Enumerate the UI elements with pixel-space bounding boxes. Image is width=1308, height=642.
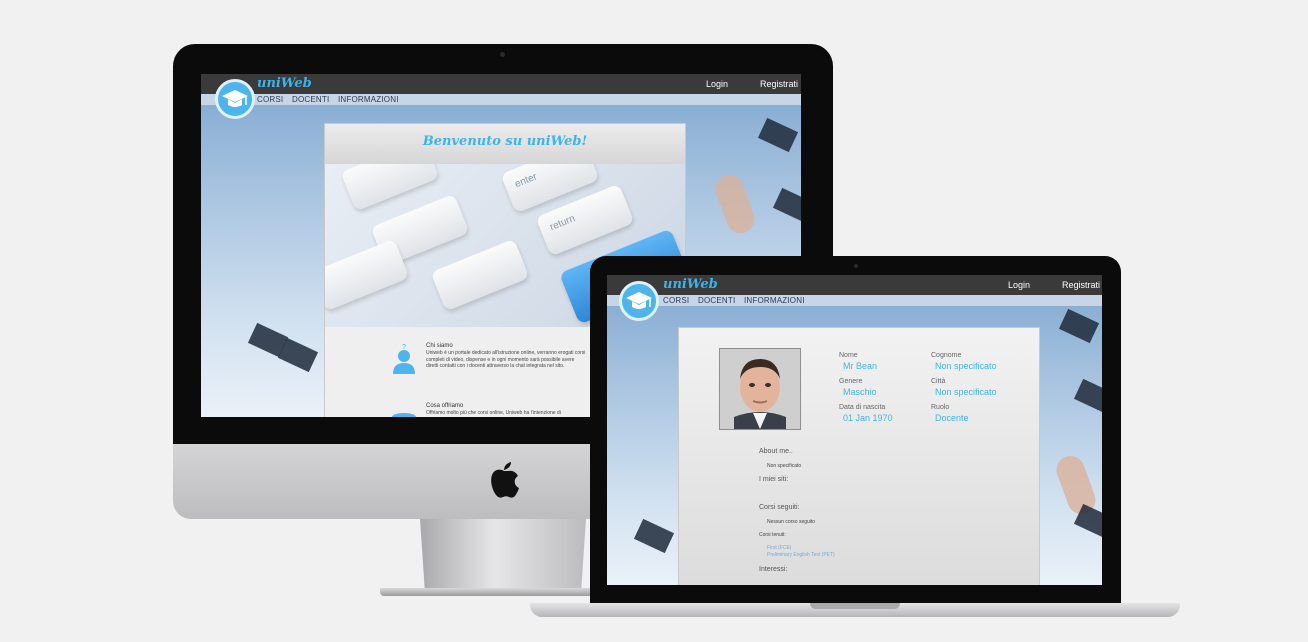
field-label-data-nascita: Data di nascita	[839, 404, 886, 411]
logo-icon[interactable]	[619, 281, 659, 321]
welcome-header: Benvenuto su uniWeb!	[325, 124, 685, 164]
field-value-data-nascita: 01 Jan 1970	[843, 413, 893, 423]
field-value-citta: Non specificato	[935, 387, 997, 397]
imac-stand-base	[380, 588, 620, 596]
avatar	[720, 349, 800, 429]
login-link[interactable]: Login	[706, 79, 728, 89]
held-course-link[interactable]: Preliminary English Test (PET)	[767, 552, 835, 558]
field-label-genere: Genere	[839, 378, 863, 385]
field-value-genere: Maschio	[843, 387, 877, 397]
brand-name[interactable]: uniWeb	[257, 76, 312, 91]
macbook-camera	[854, 264, 858, 268]
logo-icon[interactable]	[215, 79, 255, 119]
field-label-ruolo: Ruolo	[931, 404, 950, 411]
section-title-cosa-offriamo: Cosa offriamo	[426, 403, 464, 409]
brand-name[interactable]: uniWeb	[663, 277, 718, 292]
imac-camera	[500, 52, 505, 57]
held-course-link[interactable]: First (FCE)	[767, 545, 791, 551]
graduation-cap-decoration	[757, 117, 799, 153]
section-text-cosa-offriamo: Offriamo molto più che corsi online, Uni…	[426, 410, 561, 416]
field-value-cognome: Non specificato	[935, 361, 997, 371]
graduation-cap-decoration	[1073, 378, 1102, 414]
profile-panel: Nome Mr Bean Cognome Non specificato Gen…	[678, 327, 1040, 585]
graduation-cap-decoration	[277, 337, 319, 373]
menu-item-corsi[interactable]: CORSI	[257, 95, 283, 104]
login-link[interactable]: Login	[1008, 280, 1030, 290]
menu-item-informazioni[interactable]: INFORMAZIONI	[338, 95, 399, 104]
svg-text:?: ?	[402, 344, 406, 351]
key-label: enter	[513, 171, 539, 191]
hand-decoration	[711, 171, 759, 237]
mortarboard-icon	[222, 90, 248, 107]
menu-item-corsi[interactable]: CORSI	[663, 296, 689, 305]
apple-logo-icon	[491, 462, 519, 498]
about-label: About me..	[759, 448, 793, 455]
field-value-nome: Mr Bean	[843, 361, 878, 371]
field-value-ruolo: Docente	[935, 413, 969, 423]
graduation-cap-decoration	[1058, 308, 1100, 344]
sites-label: I miei siti:	[759, 476, 789, 483]
key-decoration	[325, 238, 410, 312]
interests-label: Interessi:	[759, 566, 788, 573]
field-label-nome: Nome	[839, 352, 858, 359]
held-courses-label: Corsi tenuti:	[759, 532, 786, 538]
menu-item-docenti[interactable]: DOCENTI	[698, 296, 735, 305]
person-icon	[392, 413, 416, 417]
menu-bar	[201, 94, 801, 105]
menu-item-informazioni[interactable]: INFORMAZIONI	[744, 296, 805, 305]
welcome-title: Benvenuto su uniWeb!	[422, 134, 588, 149]
section-text-chi-siamo: Uniweb è un portale dedicato all'istruzi…	[426, 350, 586, 369]
followed-courses-label: Corsi seguiti:	[759, 504, 800, 511]
key-decoration	[430, 238, 530, 312]
imac-stand	[420, 519, 586, 593]
menu-item-docenti[interactable]: DOCENTI	[292, 95, 329, 104]
graduation-cap-decoration	[633, 518, 675, 554]
field-label-cognome: Cognome	[931, 352, 962, 359]
followed-courses-value: Nessun corso seguito	[767, 519, 816, 525]
section-title-chi-siamo: Chi siamo	[426, 343, 453, 349]
macbook-screen: uniWeb Login Registrati CORSI DOCENTI IN…	[607, 275, 1102, 585]
person-question-icon: ?	[393, 344, 415, 374]
about-value: Non specificato	[767, 463, 802, 469]
profile-photo	[719, 348, 801, 430]
register-link[interactable]: Registrati	[1062, 280, 1100, 290]
macbook-notch	[810, 603, 900, 609]
graduation-cap-decoration	[772, 187, 801, 223]
register-link[interactable]: Registrati	[760, 79, 798, 89]
key-label: return	[548, 213, 577, 234]
field-label-citta: Città	[931, 378, 946, 385]
mortarboard-icon	[626, 292, 652, 309]
